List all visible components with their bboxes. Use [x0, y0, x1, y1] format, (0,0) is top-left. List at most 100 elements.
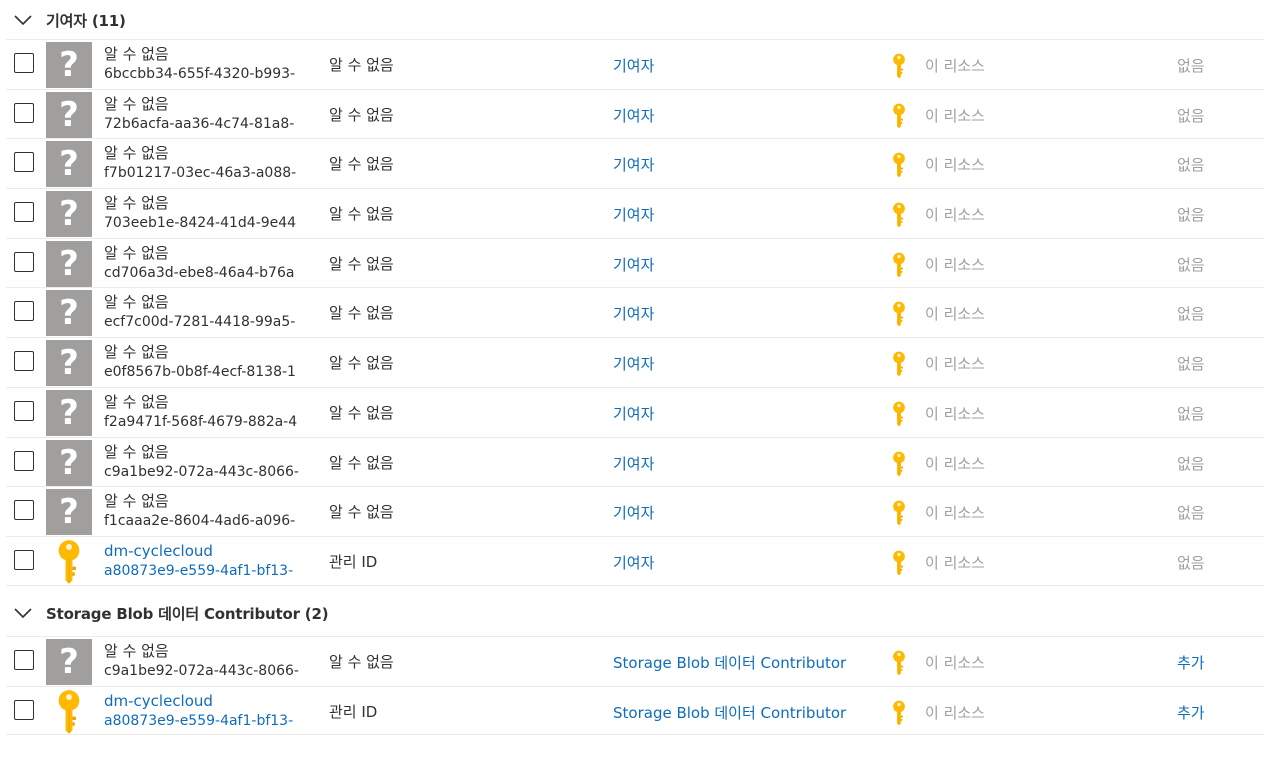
principal-name[interactable]: dm-cyclecloud — [104, 691, 320, 711]
principal-id: c9a1be92-072a-443c-8066- — [104, 463, 299, 480]
chevron-down-icon[interactable] — [0, 607, 46, 619]
table-row[interactable]: ? 알 수 없음 72b6acfa-aa36-4c74-81a8- 알 수 없음… — [6, 88, 1264, 139]
condition-value: 없음 — [1177, 553, 1205, 572]
question-mark-icon: ? — [46, 191, 92, 238]
role-link[interactable]: 기여자 — [613, 154, 654, 175]
question-mark-icon: ? — [46, 42, 92, 88]
key-icon — [892, 202, 912, 228]
row-checkbox[interactable] — [14, 251, 34, 272]
table-row[interactable]: ? 알 수 없음 cd706a3d-ebe8-46a4-b76a 알 수 없음 … — [6, 237, 1264, 288]
scope-text: 이 리소스 — [925, 156, 985, 175]
row-checkbox[interactable] — [14, 351, 34, 372]
role-link[interactable]: 기여자 — [613, 204, 654, 225]
group-header[interactable]: Storage Blob 데이터 Contributor (2) — [0, 593, 1264, 633]
question-mark-icon: ? — [46, 639, 92, 685]
role-link[interactable]: 기여자 — [613, 105, 654, 126]
name-cell: dm-cyclecloud a80873e9-e559-4af1-bf13- — [104, 691, 320, 731]
key-icon — [46, 539, 92, 585]
table-row[interactable]: ? 알 수 없음 ecf7c00d-7281-4418-99a5- 알 수 없음… — [6, 287, 1264, 337]
key-icon — [892, 351, 912, 377]
name-cell: 알 수 없음 703eeb1e-8424-41d4-9e44 — [104, 193, 320, 233]
row-checkbox[interactable] — [14, 53, 34, 73]
row-checkbox[interactable] — [14, 500, 34, 521]
table-row[interactable]: ? 알 수 없음 c9a1be92-072a-443c-8066- 알 수 없음… — [6, 636, 1264, 686]
condition-value: 없음 — [1177, 57, 1205, 75]
role-link[interactable]: 기여자 — [613, 453, 654, 474]
name-cell: 알 수 없음 ecf7c00d-7281-4418-99a5- — [104, 292, 320, 332]
role-link[interactable]: 기여자 — [613, 403, 654, 424]
principal-type: 알 수 없음 — [329, 254, 394, 273]
scope-text: 이 리소스 — [925, 305, 985, 324]
condition-value[interactable]: 추가 — [1177, 702, 1205, 723]
role-link[interactable]: Storage Blob 데이터 Contributor — [613, 702, 846, 723]
key-icon — [892, 650, 912, 676]
table-row[interactable]: ? 알 수 없음 e0f8567b-0b8f-4ecf-8138-1 알 수 없… — [6, 337, 1264, 387]
row-checkbox[interactable] — [14, 699, 34, 720]
name-cell: 알 수 없음 f2a9471f-568f-4679-882a-4 — [104, 392, 320, 432]
principal-name[interactable]: dm-cyclecloud — [104, 541, 320, 561]
principal-name: 알 수 없음 — [104, 144, 169, 163]
principal-id[interactable]: a80873e9-e559-4af1-bf13- — [104, 711, 320, 731]
name-cell: 알 수 없음 c9a1be92-072a-443c-8066- — [104, 641, 320, 681]
principal-id: 703eeb1e-8424-41d4-9e44 — [104, 215, 297, 232]
role-link[interactable]: 기여자 — [613, 254, 654, 275]
key-icon — [892, 550, 912, 576]
name-cell: 알 수 없음 f7b01217-03ec-46a3-a088- — [104, 143, 320, 183]
condition-value: 없음 — [1177, 305, 1205, 324]
group-rows: ? 알 수 없음 6bccbb34-655f-4320-b993- 알 수 없음… — [6, 39, 1264, 586]
principal-type: 알 수 없음 — [329, 653, 394, 671]
role-link[interactable]: 기여자 — [613, 303, 654, 324]
scope-text: 이 리소스 — [925, 57, 985, 75]
table-row[interactable]: dm-cyclecloud a80873e9-e559-4af1-bf13- 관… — [6, 535, 1264, 586]
scope-text: 이 리소스 — [925, 106, 985, 125]
table-row[interactable]: ? 알 수 없음 c9a1be92-072a-443c-8066- 알 수 없음… — [6, 436, 1264, 487]
principal-type: 알 수 없음 — [329, 453, 394, 472]
role-link[interactable]: 기여자 — [613, 552, 654, 573]
row-checkbox[interactable] — [14, 549, 34, 570]
role-link[interactable]: 기여자 — [613, 55, 654, 76]
principal-id: ecf7c00d-7281-4418-99a5- — [104, 314, 296, 331]
principal-name: 알 수 없음 — [104, 243, 169, 262]
principal-name: 알 수 없음 — [104, 293, 169, 312]
group-rows: ? 알 수 없음 c9a1be92-072a-443c-8066- 알 수 없음… — [6, 636, 1264, 736]
name-cell: 알 수 없음 f1caaa2e-8604-4ad6-a096- — [104, 491, 320, 531]
principal-name: 알 수 없음 — [104, 392, 169, 411]
principal-name: 알 수 없음 — [104, 194, 169, 213]
group-header[interactable]: 기여자 (11) — [0, 0, 1264, 40]
row-checkbox[interactable] — [14, 400, 34, 421]
row-checkbox[interactable] — [14, 301, 34, 322]
principal-name: 알 수 없음 — [104, 642, 169, 660]
question-mark-icon: ? — [46, 489, 92, 536]
role-link[interactable]: 기여자 — [613, 502, 654, 523]
table-row[interactable]: ? 알 수 없음 f2a9471f-568f-4679-882a-4 알 수 없… — [6, 386, 1264, 437]
name-cell: 알 수 없음 6bccbb34-655f-4320-b993- — [104, 44, 320, 84]
principal-type: 알 수 없음 — [329, 354, 394, 373]
group-title: 기여자 (11) — [46, 11, 126, 30]
table-row[interactable]: ? 알 수 없음 f1caaa2e-8604-4ad6-a096- 알 수 없음… — [6, 486, 1264, 536]
table-row[interactable]: ? 알 수 없음 f7b01217-03ec-46a3-a088- 알 수 없음… — [6, 138, 1264, 188]
condition-value[interactable]: 추가 — [1177, 652, 1205, 673]
row-checkbox[interactable] — [14, 450, 34, 471]
table-row[interactable]: ? 알 수 없음 6bccbb34-655f-4320-b993- 알 수 없음… — [6, 39, 1264, 89]
row-checkbox[interactable] — [14, 102, 34, 123]
principal-type: 알 수 없음 — [329, 403, 394, 422]
scope-text: 이 리소스 — [925, 255, 985, 274]
chevron-down-icon[interactable] — [0, 14, 46, 26]
principal-id: 72b6acfa-aa36-4c74-81a8- — [104, 115, 295, 132]
principal-id: 6bccbb34-655f-4320-b993- — [104, 66, 296, 82]
principal-type: 알 수 없음 — [329, 105, 394, 124]
row-checkbox[interactable] — [14, 202, 34, 223]
role-link[interactable]: 기여자 — [613, 353, 654, 374]
principal-id[interactable]: a80873e9-e559-4af1-bf13- — [104, 561, 320, 581]
row-checkbox[interactable] — [14, 152, 34, 173]
condition-value: 없음 — [1177, 206, 1205, 225]
table-row[interactable]: ? 알 수 없음 703eeb1e-8424-41d4-9e44 알 수 없음 … — [6, 188, 1264, 238]
role-link[interactable]: Storage Blob 데이터 Contributor — [613, 652, 846, 673]
row-checkbox[interactable] — [14, 650, 34, 670]
question-mark-icon: ? — [46, 240, 92, 287]
principal-type: 알 수 없음 — [329, 205, 394, 224]
table-row[interactable]: dm-cyclecloud a80873e9-e559-4af1-bf13- 관… — [6, 685, 1264, 736]
condition-value: 없음 — [1177, 106, 1205, 125]
group-title: Storage Blob 데이터 Contributor (2) — [46, 604, 329, 623]
principal-type: 알 수 없음 — [329, 304, 394, 323]
